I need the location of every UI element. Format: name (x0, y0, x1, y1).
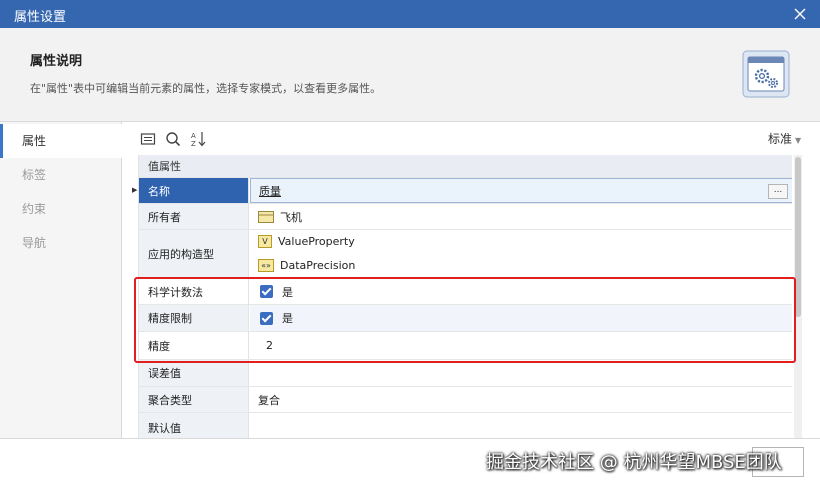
view-mode-label: 标准 (768, 132, 793, 146)
property-value-default-value[interactable] (250, 413, 792, 438)
property-label-owner: 所有者 (139, 204, 249, 229)
precision-value-text: 2 (266, 339, 273, 352)
group-header-label: 值属性 (148, 160, 181, 173)
table-row-precision[interactable]: 精度 2 (139, 332, 792, 360)
property-label-aggregation: 聚合类型 (139, 387, 249, 412)
name-value-text: 质量 (259, 184, 281, 198)
close-icon[interactable] (790, 4, 810, 24)
property-value-error[interactable] (250, 360, 792, 386)
table-row-scientific-notation[interactable]: 科学计数法 是 (139, 279, 792, 305)
sidebar-item-properties[interactable]: 属性 (0, 124, 123, 158)
property-value-precision-limit[interactable]: 是 (250, 305, 792, 331)
chevron-down-icon: ▼ (795, 136, 802, 145)
property-value-aggregation[interactable]: 复合 (250, 387, 792, 412)
property-value-precision[interactable]: 2 (250, 332, 792, 359)
svg-text:Z: Z (191, 140, 196, 148)
sort-az-icon[interactable]: A Z (190, 130, 208, 148)
block-icon (258, 210, 274, 223)
property-label-precision: 精度 (139, 332, 249, 359)
owner-value-text: 飞机 (280, 210, 302, 224)
table-row-error[interactable]: 误差值 (139, 360, 792, 387)
settings-window-icon (742, 50, 790, 98)
stereotype-v-icon: V (258, 235, 272, 248)
properties-view-icon[interactable] (139, 130, 157, 148)
property-label-default-value: 默认值 (139, 413, 249, 438)
vertical-scrollbar[interactable] (794, 155, 802, 438)
precision-limit-value-text: 是 (282, 312, 293, 325)
group-header-row[interactable]: 值属性 (139, 155, 792, 178)
property-value-stereotype[interactable]: V ValueProperty «» DataPrecision (250, 230, 792, 278)
scientific-notation-value-text: 是 (282, 285, 293, 299)
sidebar-item-navigation[interactable]: 导航 (0, 226, 122, 260)
property-value-owner[interactable]: 飞机 (250, 204, 792, 229)
table-row-precision-limit[interactable]: 精度限制 是 (139, 305, 792, 332)
property-label-precision-limit: 精度限制 (139, 305, 249, 331)
property-grid: 值属性 名称 质量 ... 所有者 飞机 应用的构造型 V ValuePrope… (138, 155, 792, 438)
current-row-marker-icon: ▶ (132, 186, 138, 194)
header-description: 在"属性"表中可编辑当前元素的属性，选择专家模式，以查看更多属性。 (30, 82, 382, 95)
stereotype-icon: «» (258, 259, 274, 272)
table-row-default-value[interactable]: 默认值 (139, 413, 792, 438)
property-label-error: 误差值 (139, 360, 249, 386)
stereotype-value-text: ValueProperty (278, 235, 355, 248)
stereotype-value-text: DataPrecision (280, 259, 356, 272)
property-value-scientific-notation[interactable]: 是 (250, 279, 792, 304)
sidebar-item-constraints[interactable]: 约束 (0, 192, 122, 226)
table-row-aggregation[interactable]: 聚合类型 复合 (139, 387, 792, 413)
aggregation-value-text: 复合 (258, 393, 280, 407)
scrollbar-thumb[interactable] (795, 157, 801, 317)
header-title: 属性说明 (30, 54, 83, 69)
dialog-header: 属性说明 在"属性"表中可编辑当前元素的属性，选择专家模式，以查看更多属性。 (0, 28, 820, 122)
search-icon[interactable] (164, 130, 182, 148)
table-row-stereotype[interactable]: 应用的构造型 V ValueProperty «» DataPrecision (139, 230, 792, 279)
window-title: 属性设置 (14, 10, 67, 25)
property-label-scientific-notation: 科学计数法 (139, 279, 249, 304)
table-row-owner[interactable]: 所有者 飞机 (139, 204, 792, 230)
property-label-stereotype: 应用的构造型 (139, 230, 249, 278)
scientific-notation-checkbox[interactable] (260, 285, 273, 298)
stereotype-item: V ValueProperty (258, 235, 355, 248)
watermark: 掘金技术社区 @ 杭州华望MBSE团队 (486, 452, 782, 473)
stereotype-item: «» DataPrecision (258, 259, 355, 272)
precision-limit-checkbox[interactable] (260, 311, 273, 325)
property-label-name: 名称 (139, 178, 249, 203)
property-value-name[interactable]: 质量 ... (250, 178, 792, 203)
table-row-name[interactable]: 名称 质量 ... (139, 178, 792, 204)
edit-name-button[interactable]: ... (768, 184, 788, 199)
sidebar: 属性 标签 约束 导航 (0, 122, 123, 438)
sidebar-item-tags[interactable]: 标签 (0, 158, 122, 192)
title-bar: 属性设置 (0, 0, 820, 28)
svg-text:A: A (191, 132, 196, 140)
view-mode-dropdown[interactable]: 标准 ▼ (768, 130, 801, 147)
